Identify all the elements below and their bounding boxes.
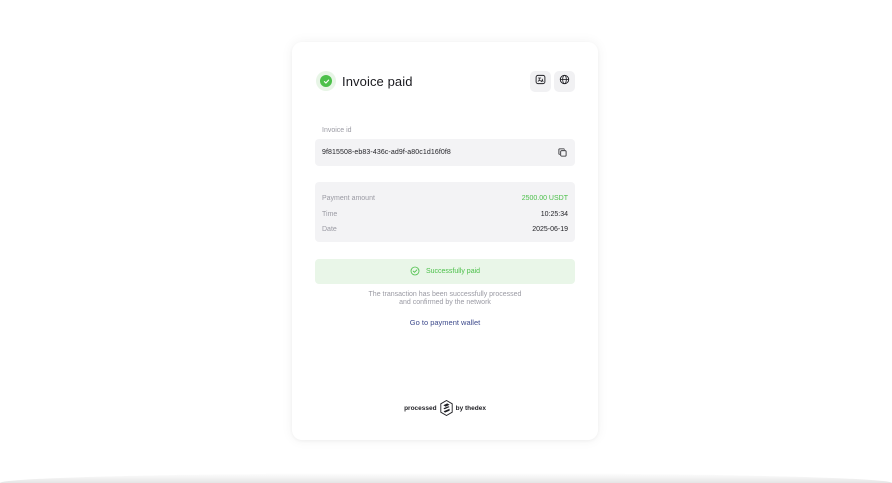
globe-button[interactable] (554, 70, 575, 92)
check-circle-outline-icon (410, 263, 420, 281)
status-description: The transaction has been successfully pr… (315, 291, 575, 307)
language-button[interactable] (530, 70, 551, 92)
detail-row-date: Date 2025-06-19 (322, 222, 568, 238)
status-description-line: The transaction has been successfully pr… (368, 291, 522, 298)
status-description-line: and confirmed by the network (399, 299, 491, 306)
thedex-logo-icon (439, 400, 453, 416)
page-title: Invoice paid (342, 73, 413, 89)
payment-details: Payment amount 2500.00 USDT Time 10:25:3… (315, 182, 575, 242)
time-value: 10:25:34 (540, 210, 568, 218)
payment-wallet-link[interactable]: Go to payment wallet (315, 318, 575, 327)
status-text: Successfully paid (425, 268, 481, 275)
detail-key: Time (322, 210, 338, 218)
detail-key: Date (322, 226, 337, 234)
invoice-card: Invoice paid Invoice id 9f815508-eb83-43… (292, 42, 598, 440)
detail-row-time: Time 10:25:34 (322, 207, 568, 223)
check-circle-icon (316, 71, 336, 91)
bottom-shadow (0, 473, 892, 483)
invoice-id-value: 9f815508-eb83-436c-ad9f-a80c1d16f0f8 (322, 149, 451, 156)
footer: processed by thedex (292, 400, 598, 416)
footer-suffix: by thedex (455, 404, 486, 412)
footer-prefix: processed (404, 404, 437, 412)
card-header: Invoice paid (316, 70, 575, 92)
invoice-id-label: Invoice id (322, 127, 352, 134)
date-value: 2025-06-19 (532, 226, 568, 234)
detail-row-amount: Payment amount 2500.00 USDT (322, 191, 568, 207)
payment-amount-value: 2500.00 USDT (521, 195, 568, 203)
invoice-id-field: 9f815508-eb83-436c-ad9f-a80c1d16f0f8 (315, 139, 575, 166)
header-actions (530, 70, 575, 92)
globe-icon (559, 72, 570, 90)
copy-icon[interactable] (558, 148, 567, 157)
status-badge: Successfully paid (315, 259, 575, 284)
language-icon (535, 72, 546, 90)
detail-key: Payment amount (322, 195, 375, 203)
